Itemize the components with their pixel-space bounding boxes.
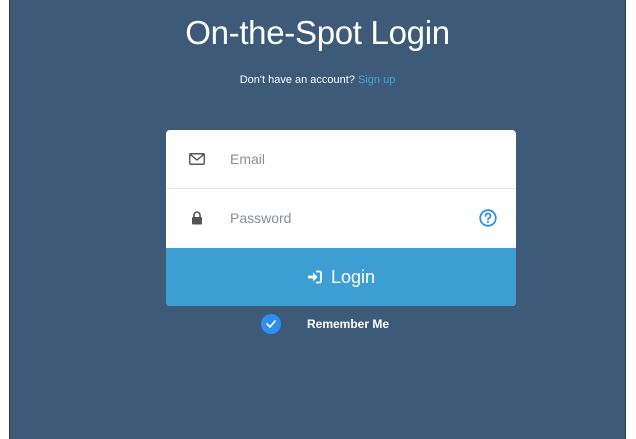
question-circle-icon[interactable]: [479, 209, 497, 227]
signup-prompt: Don't have an account? Sign up: [10, 74, 625, 86]
signup-link[interactable]: Sign up: [358, 74, 395, 86]
remember-me: Remember Me: [261, 314, 389, 334]
checkmark-icon: [266, 320, 276, 328]
lock-icon: [188, 209, 206, 227]
remember-me-label: Remember Me: [307, 317, 390, 331]
email-row: [166, 130, 516, 189]
login-card: Login: [166, 130, 516, 306]
login-button-label: Login: [330, 266, 376, 287]
password-row: [166, 189, 516, 247]
sign-in-icon: [307, 269, 323, 285]
remember-me-checkbox[interactable]: [261, 314, 281, 334]
login-screen: On-the-Spot Login Don't have an account?…: [9, 0, 626, 439]
password-field[interactable]: [228, 209, 462, 227]
envelope-icon: [188, 150, 206, 168]
login-button[interactable]: Login: [166, 248, 516, 306]
email-field[interactable]: [228, 150, 462, 168]
signup-prompt-text: Don't have an account?: [239, 74, 355, 86]
page-title: On-the-Spot Login: [185, 14, 450, 51]
